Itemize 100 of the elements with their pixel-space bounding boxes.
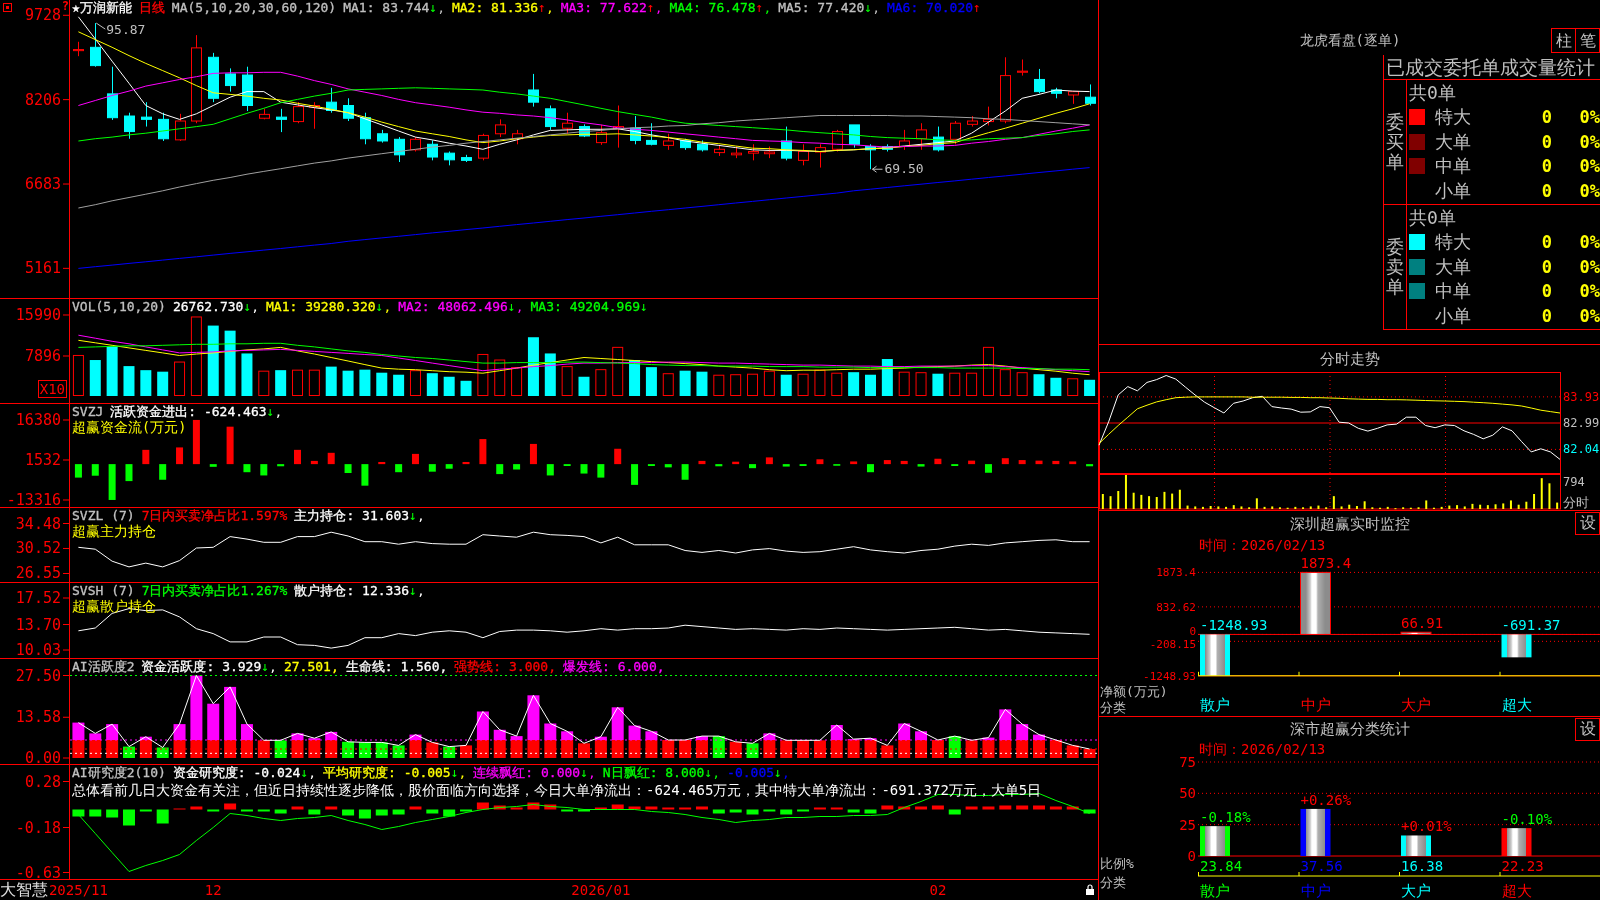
- trend-arrow: ↓: [640, 299, 648, 314]
- axis-title: 分类: [1100, 700, 1126, 715]
- price-axis-label: 82.99: [1563, 416, 1600, 430]
- panel-title: 龙虎看盘(逐单): [1298, 32, 1401, 48]
- axis-title: 比例%: [1100, 856, 1134, 871]
- annotation: 69.50: [884, 161, 924, 177]
- value-label: 16.38: [1401, 858, 1444, 874]
- trend-arrow: ↓,: [450, 765, 467, 780]
- indicator-label: 生命线: 1.560,: [345, 659, 448, 674]
- order-count: 0: [1540, 180, 1552, 201]
- order-percent: 0%: [1578, 256, 1600, 277]
- trend-arrow: ↓,: [243, 299, 260, 314]
- volume-label: 分时: [1563, 495, 1589, 510]
- trend-arrow: ↑,: [646, 0, 663, 15]
- order-size-label: 特大: [1435, 232, 1472, 253]
- value-label: -1248.93: [1200, 617, 1268, 634]
- trend-arrow: ↓,: [409, 583, 425, 598]
- order-count: 0: [1540, 256, 1552, 277]
- trend-arrow: ↓,: [864, 0, 880, 15]
- indicator-label: AI研究度2(10): [72, 765, 166, 780]
- date-axis-label: 12: [204, 882, 222, 898]
- indicator-label: 7日内买卖净占比1.597%: [141, 508, 288, 523]
- indicator-label: 连续飘红: 0.000: [473, 765, 581, 780]
- y-axis-label: -13316: [6, 491, 61, 509]
- y-axis-label: 0.00: [24, 749, 61, 767]
- order-count: 0: [1540, 156, 1552, 177]
- low-price-annotation: 69.50: [872, 161, 924, 177]
- y-axis-label: 26.55: [15, 564, 61, 583]
- order-percent: 0%: [1578, 180, 1600, 201]
- category-label: 大户: [1401, 882, 1431, 900]
- y-axis-label: -0.63: [15, 863, 61, 882]
- indicator-label: MA(5,10,20,30,60,120): [171, 0, 337, 15]
- axis-title: 净额(万元): [1100, 684, 1168, 699]
- y-axis-label: 7896: [24, 347, 61, 365]
- change-label: +0.01%: [1401, 818, 1452, 835]
- trend-arrow: ↑,: [755, 0, 772, 15]
- order-count: 0: [1540, 232, 1552, 253]
- group-label: 委买单: [1386, 112, 1404, 172]
- indicator-label: 活跃资金进出: -624.463: [110, 404, 267, 419]
- indicator-label: 平均研究度: -0.005: [323, 765, 451, 780]
- trend-arrow: ↑: [973, 0, 981, 15]
- trend-arrow: ↓,: [580, 765, 596, 780]
- category-label: 中户: [1300, 882, 1331, 900]
- value-label: 66.91: [1401, 615, 1444, 632]
- trend-arrow: ↓,: [507, 299, 524, 314]
- order-size-label: 特大: [1435, 107, 1472, 128]
- value-label: 37.56: [1300, 858, 1343, 874]
- y-axis-label: 832.62: [1156, 600, 1196, 614]
- order-size-label: 小单: [1435, 305, 1472, 326]
- order-percent: 0%: [1578, 131, 1600, 152]
- y-axis-label: 15990: [15, 306, 61, 324]
- category-label: 中户: [1300, 696, 1331, 714]
- category-label: 散户: [1200, 696, 1230, 714]
- order-percent: 0%: [1578, 156, 1600, 177]
- order-percent: 0%: [1578, 281, 1600, 302]
- y-axis-label: 0: [1189, 625, 1196, 639]
- indicator-label: 强势线: 3.000,: [454, 659, 556, 674]
- indicator-label: MA1: 39280.320: [266, 299, 376, 314]
- change-label: -0.10%: [1501, 811, 1553, 828]
- indicator-label: ★万润新能: [72, 0, 132, 15]
- order-size-label: 大单: [1435, 131, 1472, 152]
- y-axis-label: 16380: [15, 411, 61, 429]
- date-axis-label: 2026/01: [571, 882, 631, 898]
- indicator-label: MA2: 81.336: [451, 0, 539, 15]
- y-axis-label: -1248.93: [1143, 669, 1196, 683]
- y-axis-label: 1532: [24, 451, 61, 469]
- value-label: 1873.4: [1300, 555, 1352, 572]
- y-axis-label: 9728: [24, 6, 61, 25]
- indicator-label: MA5: 77.420: [778, 0, 865, 15]
- y-axis-label: 50: [1179, 785, 1196, 802]
- indicator-label: -0.005: [727, 765, 775, 780]
- y-axis-label: 13.70: [15, 615, 61, 634]
- indicator-label: MA1: 83.744: [343, 0, 430, 15]
- order-size-label: 中单: [1435, 156, 1472, 177]
- price-axis-label: 82.04: [1563, 442, 1600, 457]
- group-label: 委卖单: [1386, 237, 1404, 297]
- y-axis-label: 17.52: [15, 589, 61, 607]
- timestamp-label: 时间：2026/02/13: [1199, 741, 1326, 757]
- order-size-label: 大单: [1435, 256, 1472, 277]
- order-total: 共0单: [1409, 81, 1457, 105]
- y-axis-label: 1873.4: [1156, 566, 1196, 580]
- indicator-label: 主力持仓: 31.603: [294, 508, 410, 523]
- panel-title: 深圳超赢实时监控: [1289, 515, 1410, 533]
- trend-arrow: ↓,: [429, 0, 445, 15]
- annotation: 95.87: [106, 22, 146, 38]
- change-label: +0.26%: [1300, 791, 1352, 808]
- trend-arrow: ↓,: [774, 765, 790, 780]
- volume-max-label: 794: [1563, 475, 1585, 489]
- indicator-label: 爆发线: 6.000,: [563, 659, 665, 674]
- indicator-label: VOL(5,10,20): [72, 299, 166, 314]
- trend-arrow: ↓,: [375, 299, 392, 314]
- indicator-label: SVZL (7): [72, 508, 135, 523]
- trend-arrow: ↓,: [261, 659, 277, 674]
- order-percent: 0%: [1578, 305, 1600, 326]
- order-size-label: 小单: [1435, 180, 1472, 201]
- unit-label: X10: [37, 380, 67, 398]
- y-axis-label: -0.18: [15, 818, 61, 837]
- order-total: 共0单: [1409, 206, 1457, 230]
- indicator-label: 26762.730: [172, 299, 244, 314]
- y-axis-label: 27.50: [15, 666, 61, 685]
